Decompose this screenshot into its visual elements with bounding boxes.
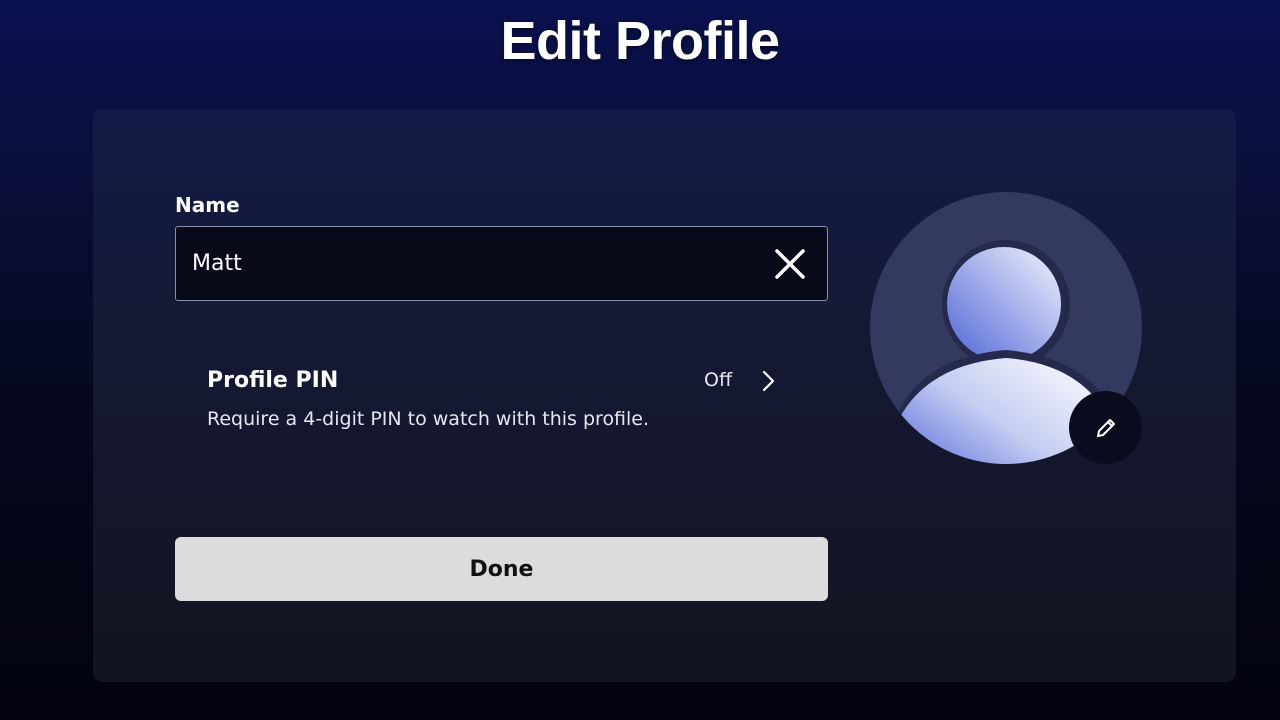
- page-title: Edit Profile: [500, 11, 780, 71]
- name-label: Name: [175, 193, 240, 217]
- close-icon: [775, 249, 805, 279]
- edit-avatar-button[interactable]: [1069, 391, 1142, 464]
- name-field[interactable]: [175, 226, 828, 301]
- clear-name-button[interactable]: [771, 245, 809, 283]
- profile-pin-row[interactable]: Profile PIN Require a 4-digit PIN to wat…: [207, 362, 777, 442]
- profile-pin-status: Off: [704, 369, 733, 391]
- profile-pin-title: Profile PIN: [207, 368, 339, 393]
- name-input[interactable]: [192, 227, 752, 300]
- done-button[interactable]: Done: [175, 537, 828, 601]
- pencil-icon: [1096, 418, 1115, 437]
- profile-pin-description: Require a 4-digit PIN to watch with this…: [207, 408, 650, 430]
- chevron-right-icon: [762, 370, 775, 392]
